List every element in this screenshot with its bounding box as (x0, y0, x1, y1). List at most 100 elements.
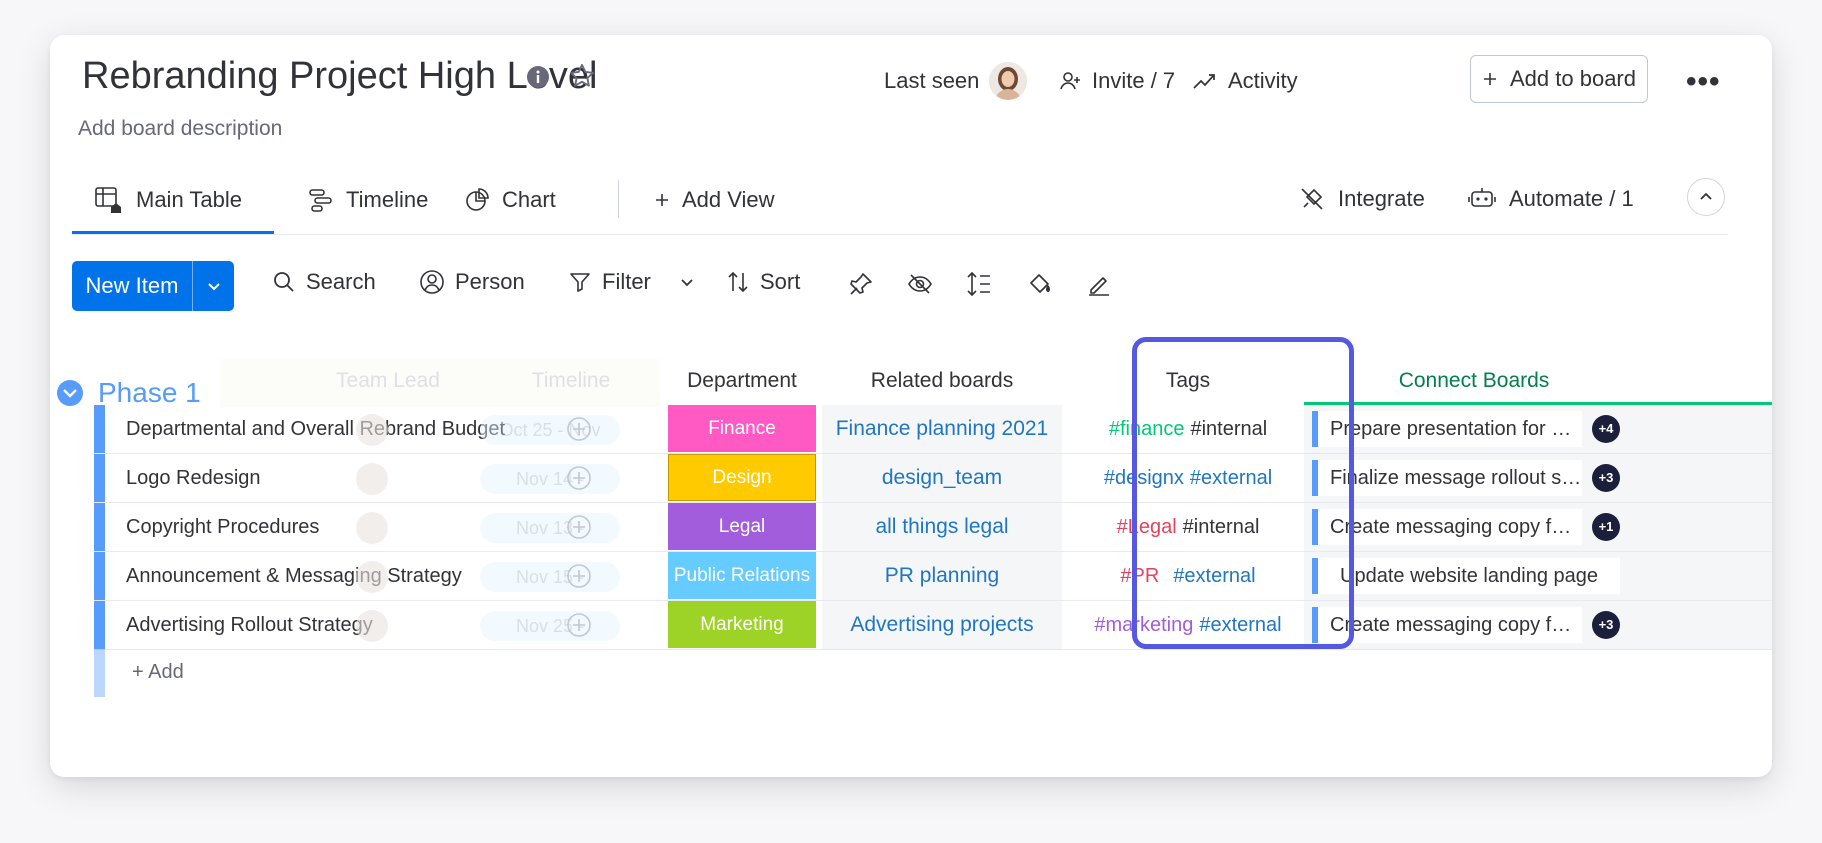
table-row[interactable]: Copyright Procedures Nov 13 - Legal all … (94, 503, 1772, 552)
tags-cell[interactable]: #marketing #external (1074, 601, 1302, 649)
connect-boards-cell[interactable]: Update website landing page (1304, 552, 1772, 600)
table-row[interactable]: Advertising Rollout Strategy Nov 25 - Ma… (94, 601, 1772, 650)
invite-label: Invite / 7 (1092, 68, 1176, 93)
department-cell[interactable]: Finance (668, 405, 816, 452)
connected-item-chip[interactable]: Prepare presentation for board (1312, 411, 1582, 447)
tabs-divider-line (72, 234, 1728, 235)
chevron-down-icon[interactable] (679, 274, 695, 290)
more-menu-icon[interactable]: ••• (1686, 65, 1721, 99)
connect-boards-cell[interactable]: Create messaging copy for website +3 (1304, 601, 1772, 649)
timeline-pill[interactable]: Nov 15 - (480, 562, 620, 592)
tab-main-table[interactable]: Main Table (94, 185, 242, 215)
tags-cell[interactable]: #PR #external (1074, 552, 1302, 600)
tag[interactable]: #designx (1104, 467, 1184, 490)
connected-count-badge[interactable]: +1 (1592, 513, 1620, 541)
automate-button[interactable]: Automate / 1 (1467, 185, 1634, 213)
collapse-header-button[interactable] (1687, 178, 1725, 216)
related-board-link[interactable]: Finance planning 2021 (822, 405, 1062, 453)
table-row[interactable]: Logo Redesign Nov 14 - Design design_tea… (94, 454, 1772, 503)
chevron-up-icon (1700, 192, 1712, 200)
timeline-pill[interactable]: Nov 14 - (480, 464, 620, 494)
column-header-department[interactable]: Department (668, 369, 816, 393)
table-row[interactable]: Announcement & Messaging Strategy Nov 15… (94, 552, 1772, 601)
department-cell[interactable]: Legal (668, 503, 816, 550)
color-fill-icon[interactable] (1027, 271, 1053, 297)
tag[interactable]: #external (1173, 565, 1255, 588)
timeline-pill[interactable]: Oct 25 - Nov (480, 415, 620, 445)
add-item-row[interactable]: + Add (94, 647, 1772, 697)
hide-icon[interactable] (907, 271, 933, 297)
new-item-dropdown[interactable] (193, 278, 234, 294)
department-cell[interactable]: Marketing (668, 601, 816, 648)
add-to-board-label: Add to board (1510, 66, 1636, 91)
connect-boards-cell[interactable]: Prepare presentation for board +4 (1304, 405, 1772, 453)
timeline-pill[interactable]: Nov 25 - (480, 611, 620, 641)
tag[interactable]: #internal (1183, 516, 1260, 539)
sort-button[interactable]: Sort (726, 269, 800, 295)
row-height-icon[interactable] (966, 271, 992, 297)
tags-cell[interactable]: #designx #external (1074, 454, 1302, 502)
info-icon[interactable] (526, 65, 550, 89)
tag[interactable]: #Legal (1117, 516, 1177, 539)
tag[interactable]: #internal (1190, 418, 1267, 441)
pin-icon[interactable] (848, 271, 874, 297)
person-label: Person (455, 269, 525, 294)
related-board-link[interactable]: design_team (822, 454, 1062, 502)
tag[interactable]: #external (1190, 467, 1272, 490)
tag[interactable]: #external (1199, 614, 1281, 637)
item-name[interactable]: Departmental and Overall Rebrand Budget (126, 405, 505, 453)
department-cell[interactable]: Design (668, 454, 816, 501)
column-header-connect-boards[interactable]: Connect Boards (1304, 369, 1644, 393)
invite-button[interactable]: Invite / 7 (1058, 53, 1175, 109)
item-name[interactable]: Logo Redesign (126, 454, 261, 502)
add-update-icon[interactable] (566, 465, 592, 491)
tag[interactable]: #marketing (1094, 614, 1193, 637)
search-button[interactable]: Search (272, 269, 376, 295)
table-row[interactable]: Departmental and Overall Rebrand Budget … (94, 405, 1772, 454)
connect-boards-cell[interactable]: Finalize message rollout strategy +3 (1304, 454, 1772, 502)
edit-pen-icon[interactable] (1086, 271, 1112, 297)
tags-cell[interactable]: #finance #internal (1074, 405, 1302, 453)
tag[interactable]: #finance (1109, 418, 1185, 441)
last-seen[interactable]: Last seen (884, 53, 1028, 109)
add-update-icon[interactable] (566, 514, 592, 540)
connected-count-badge[interactable]: +4 (1592, 415, 1620, 443)
item-name[interactable]: Advertising Rollout Strategy (126, 601, 373, 649)
item-name[interactable]: Copyright Procedures (126, 503, 319, 551)
department-cell[interactable]: Public Relations (668, 552, 816, 599)
related-board-link[interactable]: all things legal (822, 503, 1062, 551)
add-view-button[interactable]: Add View (654, 187, 775, 213)
connected-item-chip[interactable]: Finalize message rollout strategy (1312, 460, 1582, 496)
connected-item-chip[interactable]: Create messaging copy for website (1312, 607, 1582, 643)
tag[interactable]: #PR (1120, 565, 1159, 588)
item-name[interactable]: Announcement & Messaging Strategy (126, 552, 462, 600)
tab-main-table-label: Main Table (136, 187, 242, 212)
related-board-link[interactable]: PR planning (822, 552, 1062, 600)
collapse-group-icon[interactable] (56, 379, 84, 407)
connected-count-badge[interactable]: +3 (1592, 611, 1620, 639)
tab-timeline[interactable]: Timeline (308, 187, 428, 213)
board-description[interactable]: Add board description (78, 117, 282, 141)
filter-button[interactable]: Filter (568, 269, 695, 295)
connected-count-badge[interactable]: +3 (1592, 464, 1620, 492)
timeline-pill[interactable]: Nov 13 - (480, 513, 620, 543)
tab-chart[interactable]: Chart (464, 187, 556, 213)
new-item-button[interactable]: New Item (72, 261, 234, 311)
add-update-icon[interactable] (566, 612, 592, 638)
add-to-board-button[interactable]: Add to board (1470, 55, 1648, 103)
add-update-icon[interactable] (566, 416, 592, 442)
column-header-related-boards[interactable]: Related boards (822, 369, 1062, 393)
connected-item-chip[interactable]: Create messaging copy for social (1312, 509, 1582, 545)
add-item-label[interactable]: + Add (132, 647, 184, 697)
activity-button[interactable]: Activity (1192, 53, 1298, 109)
star-icon[interactable] (568, 62, 596, 90)
related-board-link[interactable]: Advertising projects (822, 601, 1062, 649)
board-title[interactable]: Rebranding Project High Level (82, 55, 597, 98)
integrate-button[interactable]: Integrate (1298, 185, 1425, 213)
add-update-icon[interactable] (566, 563, 592, 589)
tags-cell[interactable]: #Legal #internal (1074, 503, 1302, 551)
column-header-tags[interactable]: Tags (1074, 369, 1302, 393)
connect-boards-cell[interactable]: Create messaging copy for social +1 (1304, 503, 1772, 551)
person-filter-button[interactable]: Person (419, 269, 525, 295)
connected-item-chip[interactable]: Update website landing page (1312, 558, 1620, 594)
